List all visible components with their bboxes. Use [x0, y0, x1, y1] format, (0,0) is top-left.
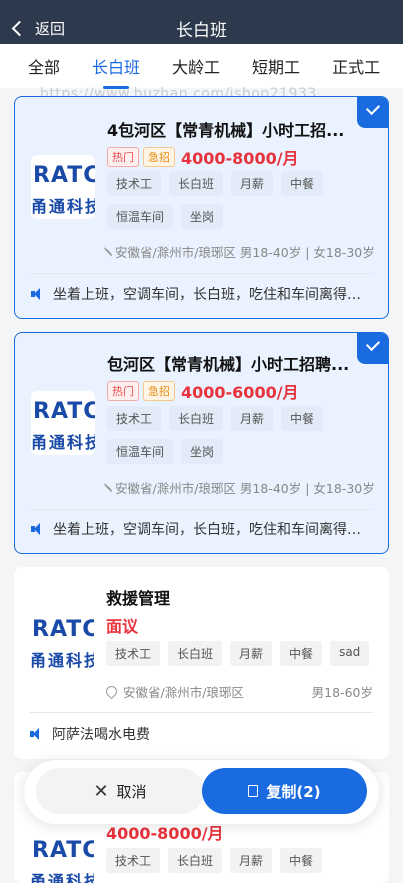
action-bar: ✕ 取消 复制(2)	[24, 760, 379, 824]
tab-older-workers[interactable]: 大龄工	[172, 54, 220, 78]
tag: 坐岗	[181, 204, 224, 229]
company-logo: RATCO 甬通科技	[30, 609, 94, 673]
tag: 恒温车间	[107, 204, 174, 229]
job-title: 4包河区【常青机械】小时工招...	[107, 121, 345, 140]
tag: 月薪	[230, 641, 273, 666]
cancel-label: 取消	[116, 782, 147, 801]
tag: 长白班	[168, 641, 223, 666]
tag: 长白班	[169, 406, 224, 431]
job-note: 坐着上班，空调车间，长白班，吃住和车间离得很...	[53, 287, 372, 303]
tag: 中餐	[280, 848, 323, 873]
location-pin-icon	[103, 482, 113, 493]
location: 安徽省/滁州市/琅琊区	[123, 685, 244, 700]
divider	[31, 273, 372, 274]
tag: 技术工	[107, 171, 162, 196]
document-icon	[248, 785, 259, 797]
location-pin-icon	[103, 246, 113, 257]
hot-badge: 热门	[107, 381, 139, 401]
tab-full-time[interactable]: 正式工	[332, 54, 380, 78]
location-pin-icon	[103, 683, 120, 700]
requirement: 男18-60岁	[311, 685, 373, 700]
job-note: 阿萨法喝水电费	[52, 727, 150, 743]
job-title: 包河区【常青机械】小时工招聘...	[107, 355, 350, 374]
salary: 4000-6000/月	[181, 383, 299, 402]
company-logo: RATCO 甬通科技	[31, 391, 95, 455]
category-tabs: 全部 长白班 大龄工 短期工 正式工	[0, 44, 403, 88]
hot-badge: 热门	[107, 147, 139, 167]
tab-day-shift[interactable]: 长白班	[92, 54, 140, 78]
tab-short-term[interactable]: 短期工	[252, 54, 300, 78]
urgent-badge: 急招	[143, 147, 175, 167]
tag: 月薪	[230, 848, 273, 873]
tag: sad	[330, 641, 370, 666]
tag: 技术工	[106, 641, 161, 666]
speaker-icon	[31, 288, 45, 300]
tag: 中餐	[281, 406, 324, 431]
tab-all[interactable]: 全部	[28, 54, 60, 78]
tag: 长白班	[168, 848, 223, 873]
job-title: 救援管理	[106, 589, 171, 608]
tag: 中餐	[281, 171, 324, 196]
divider	[30, 712, 373, 713]
requirement: 男18-40岁 | 女18-30岁	[239, 481, 375, 496]
copy-button[interactable]: 复制(2)	[202, 768, 367, 814]
tag: 月薪	[231, 406, 274, 431]
speaker-icon	[31, 523, 45, 535]
salary: 4000-8000/月	[181, 149, 299, 168]
tag: 技术工	[107, 406, 162, 431]
company-logo: RATCO 甬通科技	[30, 830, 94, 883]
location: 安徽省/滁州市/琅琊区	[115, 481, 236, 496]
copy-label: 复制(2)	[266, 782, 321, 801]
tag: 月薪	[231, 171, 274, 196]
job-card[interactable]: RATCO 甬通科技 救援管理 面议 技术工 长白班 月薪 中餐 sad 安徽省…	[14, 567, 389, 759]
company-logo: RATCO 甬通科技	[31, 155, 95, 219]
tag: 中餐	[280, 641, 323, 666]
urgent-badge: 急招	[143, 381, 175, 401]
page-title: 长白班	[176, 21, 227, 41]
cancel-button[interactable]: ✕ 取消	[36, 768, 204, 814]
job-card[interactable]: RATCO 甬通科技 4包河区【常青机械】小时工招... 热门 急招 4000-…	[14, 96, 389, 319]
tag: 技术工	[106, 848, 161, 873]
job-card[interactable]: RATCO 甬通科技 包河区【常青机械】小时工招聘... 热门 急招 4000-…	[14, 332, 389, 554]
job-note: 坐着上班，空调车间，长白班，吃住和车间离得很...	[53, 522, 372, 538]
tag: 恒温车间	[107, 439, 174, 464]
tag: 长白班	[169, 171, 224, 196]
close-icon: ✕	[93, 780, 109, 802]
location: 安徽省/滁州市/琅琊区	[115, 245, 236, 260]
divider	[31, 509, 372, 510]
speaker-icon	[30, 728, 44, 740]
salary: 面议	[106, 617, 139, 636]
tag: 坐岗	[181, 439, 224, 464]
requirement: 男18-40岁 | 女18-30岁	[239, 245, 375, 260]
